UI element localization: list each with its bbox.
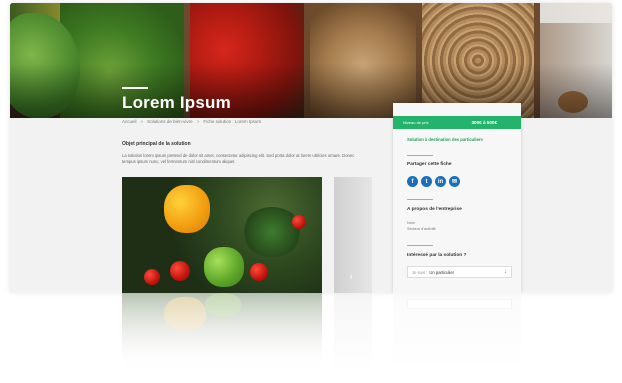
sidebar-panel: Niveau de prix 300€ à 500€ Solution à de… — [393, 103, 521, 293]
breadcrumb-solutions[interactable]: Solutions de bien-vivre — [147, 119, 193, 124]
divider — [407, 199, 433, 200]
reflection-fade — [10, 293, 612, 383]
about-heading: A propos de l'entreprise — [407, 207, 462, 212]
profile-select[interactable]: Je suis : Un particulier ↓ — [407, 266, 512, 278]
price-value: 300€ à 500€ — [471, 120, 497, 125]
select-value: Un particulier — [429, 269, 455, 275]
linkedin-icon[interactable]: in — [435, 176, 446, 187]
facebook-icon[interactable]: f — [407, 176, 418, 187]
select-prefix: Je suis : — [412, 269, 428, 275]
page-card: Lorem Ipsum Accueil > Solutions de bien-… — [10, 3, 612, 293]
hero-banner: Lorem Ipsum — [10, 3, 612, 118]
divider — [407, 155, 433, 156]
share-icons: f t in ✉ — [407, 176, 460, 187]
about-details: Nom Secteur d'activité — [407, 221, 436, 232]
section-heading: Objet principal de la solution — [122, 141, 191, 147]
image-slider: › — [122, 177, 372, 293]
breadcrumb-home[interactable]: Accueil — [122, 119, 137, 124]
interest-heading: Intéressé par la solution ? — [407, 253, 467, 258]
twitter-icon[interactable]: t — [421, 176, 432, 187]
slider-next-arrow-icon[interactable]: › — [344, 269, 358, 283]
email-icon[interactable]: ✉ — [449, 176, 460, 187]
audience-link[interactable]: Solution à destination des particuliers — [407, 137, 483, 142]
title-accent-line — [122, 87, 148, 89]
breadcrumb-separator-icon: > — [140, 119, 144, 124]
vegetables-photo — [122, 177, 322, 293]
breadcrumb: Accueil > Solutions de bien-vivre > Fich… — [122, 119, 261, 124]
share-heading: Partager cette fiche — [407, 162, 452, 167]
page-title: Lorem Ipsum — [122, 93, 231, 112]
chevron-down-icon: ↓ — [504, 269, 507, 275]
section-paragraph: La solution lorem ipsum pretend de dolor… — [122, 153, 355, 164]
price-bar: Niveau de prix 300€ à 500€ — [393, 116, 521, 129]
about-sector: Secteur d'activité — [407, 226, 436, 231]
breadcrumb-separator-icon: > — [196, 119, 200, 124]
price-label: Niveau de prix — [403, 120, 429, 125]
divider — [407, 245, 433, 246]
breadcrumb-current: Fiche solution : Lorem Ipsum — [203, 119, 262, 124]
